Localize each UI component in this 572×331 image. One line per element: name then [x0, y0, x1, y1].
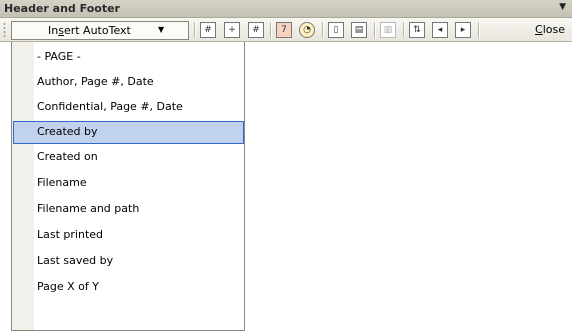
insert-autotext-label: Insert AutoText	[48, 24, 131, 37]
menu-item-label: Filename	[37, 176, 87, 189]
same-as-previous-icon[interactable]: ▥	[380, 22, 396, 38]
menu-item-created-on[interactable]: Created on	[13, 146, 244, 169]
insert-number-of-pages-icon[interactable]: +	[224, 22, 240, 38]
menu-item-last-printed[interactable]: Last printed	[13, 224, 244, 247]
insert-autotext-button[interactable]: Insert AutoText ▼	[11, 21, 189, 40]
menu-item-filename-and-path[interactable]: Filename and path	[13, 198, 244, 221]
page-setup-icon[interactable]: ▯	[328, 22, 344, 38]
menu-item-label: Author, Page #, Date	[37, 75, 154, 88]
dropdown-arrow-icon: ▼	[158, 25, 165, 34]
show-next-icon[interactable]: ▸	[455, 22, 471, 38]
toolbar-title: Header and Footer	[4, 2, 120, 15]
insert-time-icon[interactable]: ◔	[299, 22, 315, 38]
menu-item-label: Filename and path	[37, 202, 140, 215]
menu-item-created-by[interactable]: Created by	[13, 121, 244, 144]
toolbar-separator	[194, 22, 196, 38]
header-footer-toolbar: Insert AutoText ▼ # + # 7 ◔ ▯ ▤ ▥ ⇅ ◂ ▸ …	[0, 18, 572, 42]
show-hide-document-text-icon[interactable]: ▤	[351, 22, 367, 38]
menu-item-label: Page X of Y	[37, 280, 99, 293]
menu-item-filename[interactable]: Filename	[13, 172, 244, 195]
format-page-number-icon[interactable]: #	[248, 22, 264, 38]
menu-item-page-x-of-y[interactable]: Page X of Y	[13, 276, 244, 299]
show-previous-icon[interactable]: ◂	[432, 22, 448, 38]
menu-item-label: - PAGE -	[37, 50, 81, 63]
menu-item-author-page-date[interactable]: Author, Page #, Date	[13, 71, 244, 94]
menu-item-label: Last printed	[37, 228, 104, 241]
toolbar-separator	[374, 22, 376, 38]
menu-item-label: Last saved by	[37, 254, 114, 267]
menu-item-confidential-page-date[interactable]: Confidential, Page #, Date	[13, 96, 244, 119]
toolbar-separator	[478, 22, 480, 38]
insert-page-number-icon[interactable]: #	[200, 22, 216, 38]
menu-item-page[interactable]: - PAGE -	[13, 46, 244, 69]
menu-item-last-saved-by[interactable]: Last saved by	[13, 250, 244, 273]
toolbar-separator	[270, 22, 272, 38]
toolbar-options-chevron-icon[interactable]: ▼	[559, 2, 566, 12]
insert-date-icon[interactable]: 7	[276, 22, 292, 38]
close-button[interactable]: Close	[535, 23, 565, 36]
header-footer-toolbar-titlebar[interactable]: Header and Footer ▼	[0, 0, 572, 18]
toolbar-grip-handle[interactable]	[3, 22, 6, 38]
toolbar-separator	[403, 22, 405, 38]
toolbar-separator	[322, 22, 324, 38]
menu-item-label: Created on	[37, 150, 98, 163]
menu-item-label: Created by	[37, 125, 98, 138]
menu-item-label: Confidential, Page #, Date	[37, 100, 183, 113]
switch-header-footer-icon[interactable]: ⇅	[409, 22, 425, 38]
autotext-dropdown-menu: - PAGE - Author, Page #, Date Confidenti…	[11, 42, 245, 331]
